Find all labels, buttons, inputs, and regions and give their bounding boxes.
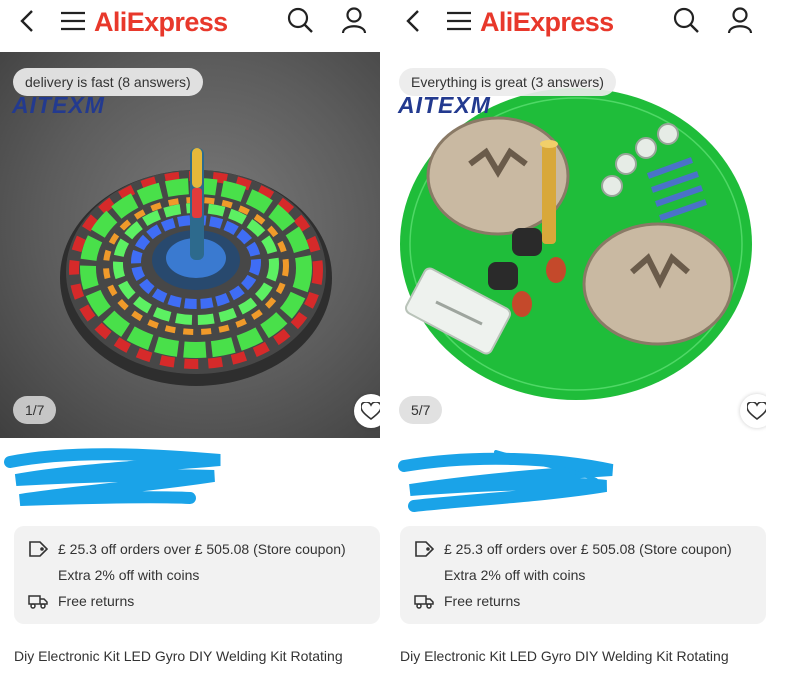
product-image[interactable]: Everything is great (3 answers) AITEXM 5… xyxy=(386,52,766,438)
image-counter: 5/7 xyxy=(399,396,443,424)
coupon-tag-icon xyxy=(415,541,434,557)
product-title[interactable]: Diy Electronic Kit LED Gyro DIY Welding … xyxy=(400,646,766,668)
promo-info-card[interactable]: £ 25.3 off orders over £ 505.08 (Store c… xyxy=(14,526,380,624)
coins-text: Extra 2% off with coins xyxy=(444,567,586,583)
product-image[interactable]: delivery is fast (8 answers) AITEXM 1/7 xyxy=(0,52,380,438)
redaction-scribble xyxy=(398,450,614,512)
app-header: AliExpress xyxy=(0,0,380,46)
image-counter: 1/7 xyxy=(13,396,57,424)
account-icon[interactable] xyxy=(726,6,754,34)
menu-icon[interactable] xyxy=(446,10,472,32)
returns-text: Free returns xyxy=(58,593,135,609)
promo-info-card[interactable]: £ 25.3 off orders over £ 505.08 (Store c… xyxy=(400,526,766,624)
brand-watermark: AITEXM xyxy=(398,92,491,118)
coupon-text: £ 25.3 off orders over £ 505.08 (Store c… xyxy=(444,541,732,557)
menu-icon[interactable] xyxy=(60,10,86,32)
aliexpress-logo[interactable]: AliExpress xyxy=(94,2,228,42)
back-arrow-icon[interactable] xyxy=(400,8,426,34)
coupon-tag-icon xyxy=(29,541,48,557)
returns-text: Free returns xyxy=(444,593,521,609)
coins-text: Extra 2% off with coins xyxy=(58,567,200,583)
brand-watermark: AITEXM xyxy=(12,92,105,118)
redaction-scribble xyxy=(4,448,221,506)
coupon-text: £ 25.3 off orders over £ 505.08 (Store c… xyxy=(58,541,346,557)
product-title[interactable]: Diy Electronic Kit LED Gyro DIY Welding … xyxy=(14,646,380,668)
app-header: AliExpress xyxy=(386,0,766,46)
wishlist-button[interactable] xyxy=(354,394,380,428)
search-icon[interactable] xyxy=(286,6,314,34)
back-arrow-icon[interactable] xyxy=(14,8,40,34)
product-screen-left: AliExpress delivery is fast (8 answers) … xyxy=(0,0,380,684)
delivery-truck-icon xyxy=(28,595,48,609)
account-icon[interactable] xyxy=(340,6,368,34)
heart-icon xyxy=(361,402,380,420)
coins-row: Extra 2% off with coins xyxy=(444,564,585,586)
coins-row: Extra 2% off with coins xyxy=(58,564,199,586)
wishlist-button[interactable] xyxy=(740,394,766,428)
search-icon[interactable] xyxy=(672,6,700,34)
product-screen-right: AliExpress Everything is great (3 answer… xyxy=(386,0,766,684)
heart-icon xyxy=(747,402,766,420)
delivery-truck-icon xyxy=(414,595,434,609)
aliexpress-logo[interactable]: AliExpress xyxy=(480,2,614,42)
